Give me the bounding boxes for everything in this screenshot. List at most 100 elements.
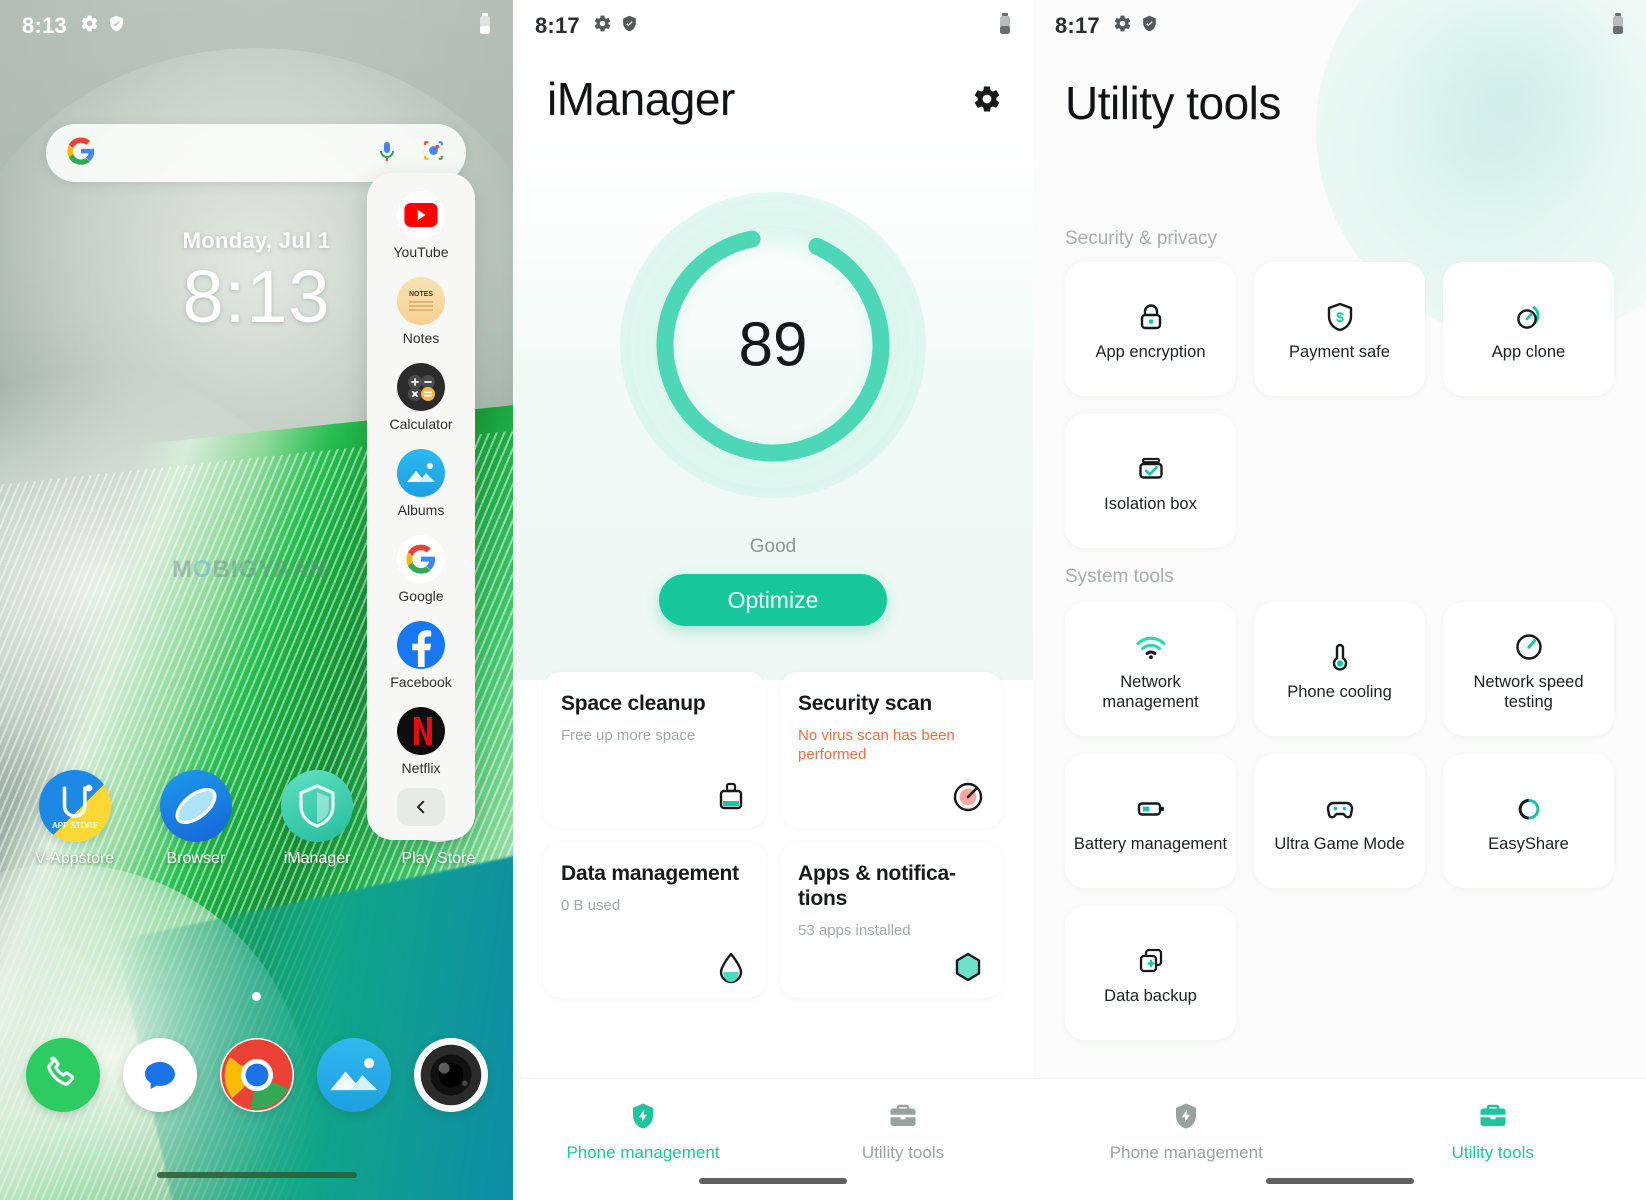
home-app-v-appstore[interactable]: APP STORE V-Appstore (14, 770, 135, 868)
card-data-management[interactable]: Data management 0 B used (543, 842, 766, 998)
drawer-item-calculator[interactable]: Calculator (367, 363, 475, 432)
chrome-icon (219, 1038, 294, 1112)
imanager-icon (281, 770, 354, 842)
tile-easyshare[interactable]: EasyShare (1443, 754, 1614, 888)
home-app-label: iManager (283, 850, 351, 867)
section-label-security: Security & privacy (1065, 228, 1218, 249)
shield-bolt-icon (628, 1101, 658, 1136)
chevron-left-icon[interactable] (397, 788, 445, 826)
imanager-panel: 8:17 iManager 89 Good Optimize Space cle… (513, 0, 1033, 1200)
shield-bolt-icon (1171, 1101, 1201, 1136)
easyshare-icon (1512, 788, 1546, 830)
tile-isolation-box[interactable]: Isolation box (1065, 414, 1236, 548)
toolbox-icon (888, 1101, 918, 1136)
drawer-label: Calculator (389, 416, 453, 432)
dock-app-gallery[interactable] (305, 1038, 402, 1112)
lock-icon (1134, 296, 1168, 338)
drawer-label: Netflix (401, 760, 441, 776)
home-app-browser[interactable]: Browser (135, 770, 256, 868)
hexagon-icon (949, 948, 987, 986)
calculator-icon (397, 363, 445, 411)
google-lens-icon[interactable] (421, 138, 446, 168)
feature-card-grid: Space cleanup Free up more space Securit… (543, 672, 1003, 998)
shield-icon (621, 14, 638, 38)
imanager-header: iManager (547, 72, 1007, 126)
tab-label: Phone management (566, 1143, 720, 1162)
battery-icon (479, 12, 491, 40)
dock (0, 1038, 513, 1112)
card-title: Apps & notifica- tions (798, 862, 956, 910)
tab-label: Utility tools (861, 1143, 945, 1162)
tile-network-speed-testing[interactable]: Network speed testing (1443, 602, 1614, 736)
tile-label: Phone cooling (1287, 682, 1392, 701)
page-indicator (0, 988, 513, 1006)
nav-gesture-pill[interactable] (156, 1172, 357, 1178)
battery-icon (1612, 12, 1624, 40)
drawer-item-facebook[interactable]: Facebook (367, 621, 475, 690)
score-value: 89 (738, 310, 808, 380)
broom-icon (712, 778, 750, 816)
battery-icon (1134, 788, 1168, 830)
tile-label: Battery management (1073, 834, 1228, 853)
score-section: 89 Good Optimize (513, 150, 1033, 680)
app-drawer-popup[interactable]: YouTube NOTES Notes Calculator Albums Go… (367, 173, 475, 840)
tile-data-backup[interactable]: Data backup (1065, 906, 1236, 1040)
tile-label: App encryption (1095, 342, 1206, 361)
microphone-icon[interactable] (375, 139, 399, 168)
drawer-item-google[interactable]: Google (367, 535, 475, 604)
bottom-navigation: Phone management Utility tools (513, 1078, 1033, 1200)
gear-icon (593, 14, 612, 38)
gear-icon[interactable] (967, 79, 1007, 119)
app-clone-icon (1512, 296, 1546, 338)
optimize-button[interactable]: Optimize (659, 574, 887, 626)
card-subtitle: No virus scan has been performed (798, 726, 955, 763)
gear-icon (80, 14, 99, 38)
status-time: 8:13 (22, 13, 67, 38)
nav-gesture-pill[interactable] (1265, 1178, 1414, 1184)
tile-app-clone[interactable]: App clone (1443, 262, 1614, 396)
drawer-label: Google (398, 588, 444, 604)
status-bar: 8:13 (0, 0, 513, 52)
bottom-navigation: Phone management Utility tools (1033, 1078, 1646, 1200)
dock-app-phone[interactable] (14, 1038, 111, 1112)
facebook-icon (397, 621, 445, 669)
page-title: Utility tools (1065, 77, 1281, 129)
drawer-item-notes[interactable]: NOTES Notes (367, 277, 475, 346)
gallery-icon (316, 1038, 391, 1112)
home-app-imanager[interactable]: iManager (257, 770, 378, 868)
tile-phone-cooling[interactable]: Phone cooling (1254, 602, 1425, 736)
netflix-icon (397, 707, 445, 755)
drawer-item-youtube[interactable]: YouTube (367, 191, 475, 260)
card-apps-notifications[interactable]: Apps & notifica- tions 53 apps installed (780, 842, 1003, 998)
nav-gesture-pill[interactable] (699, 1178, 847, 1184)
shield-icon (1141, 14, 1158, 38)
tile-label: EasyShare (1488, 834, 1569, 853)
dock-app-camera[interactable] (402, 1038, 499, 1112)
status-time: 8:17 (535, 13, 580, 38)
status-time: 8:17 (1055, 13, 1100, 38)
gamepad-icon (1323, 788, 1357, 830)
screenshot-stage: 8:13 Monday, Jul 1 8:13 YouTube NOTES No… (0, 0, 1646, 1200)
home-app-label: Play Store (401, 850, 476, 867)
tile-label: Isolation box (1104, 494, 1197, 513)
tile-app-encryption[interactable]: App encryption (1065, 262, 1236, 396)
page-title: iManager (547, 73, 735, 125)
albums-icon (397, 449, 445, 497)
drawer-item-albums[interactable]: Albums (367, 449, 475, 518)
dock-app-chrome[interactable] (208, 1038, 305, 1112)
drawer-label: Facebook (390, 674, 452, 690)
browser-icon (159, 770, 232, 842)
tile-ultra-game-mode[interactable]: Ultra Game Mode (1254, 754, 1425, 888)
tile-payment-safe[interactable]: $ Payment safe (1254, 262, 1425, 396)
security-privacy-grid: App encryption $ Payment safe App clone … (1065, 262, 1614, 548)
home-screen-panel: 8:13 Monday, Jul 1 8:13 YouTube NOTES No… (0, 0, 513, 1200)
status-bar: 8:17 (1033, 0, 1646, 52)
tile-label: App clone (1491, 342, 1566, 361)
tile-battery-management[interactable]: Battery management (1065, 754, 1236, 888)
card-space-cleanup[interactable]: Space cleanup Free up more space (543, 672, 766, 828)
tile-network-management[interactable]: Network management (1065, 602, 1236, 736)
svg-text:APP STORE: APP STORE (52, 821, 99, 830)
dock-app-messages[interactable] (111, 1038, 208, 1112)
card-security-scan[interactable]: Security scan No virus scan has been per… (780, 672, 1003, 828)
drawer-item-netflix[interactable]: Netflix (367, 707, 475, 776)
